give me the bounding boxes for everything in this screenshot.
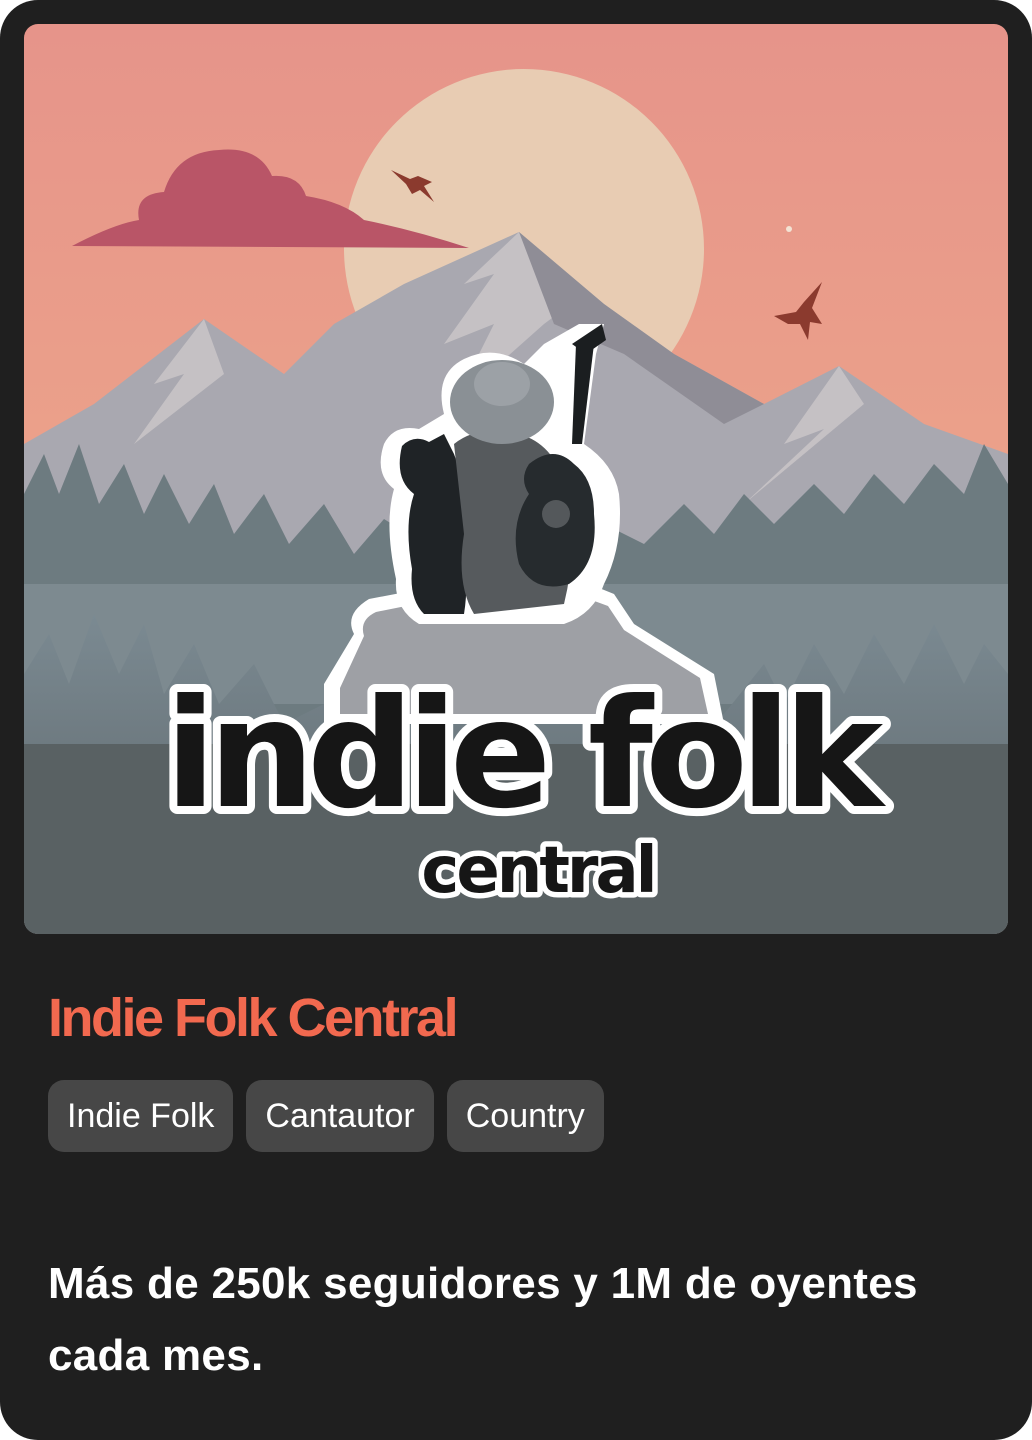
playlist-description: Más de 250k seguidores y 1M de oyentes c… bbox=[48, 1259, 918, 1380]
playlist-title[interactable]: Indie Folk Central bbox=[48, 984, 459, 1052]
genre-tag-cantautor[interactable]: Cantautor bbox=[246, 1080, 434, 1152]
genre-tag-country[interactable]: Country bbox=[446, 1080, 604, 1152]
playlist-card[interactable]: indie folk central Indie Folk Central In… bbox=[0, 0, 1032, 1440]
genre-tags: Indie Folk Cantautor Country bbox=[48, 1080, 604, 1152]
svg-text:indie folk: indie folk bbox=[165, 668, 887, 842]
genre-tag-indie-folk[interactable]: Indie Folk bbox=[48, 1080, 234, 1152]
svg-text:central: central bbox=[421, 834, 654, 908]
playlist-cover-image[interactable]: indie folk central bbox=[24, 24, 1008, 934]
